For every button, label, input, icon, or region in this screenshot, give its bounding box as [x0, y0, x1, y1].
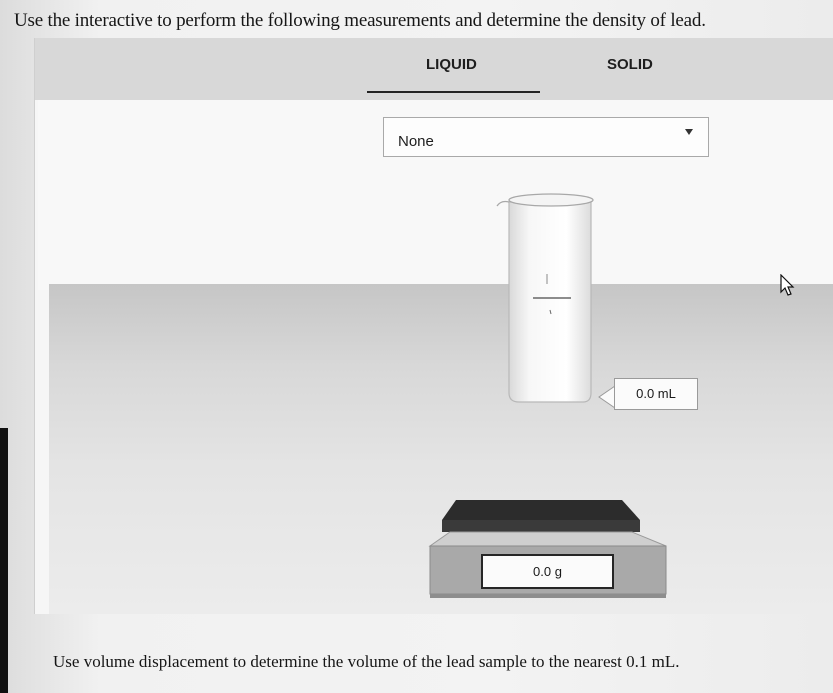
sample-select-dropdown[interactable]: None — [383, 117, 709, 157]
left-edge-bar — [0, 428, 8, 693]
pointer-cursor-icon — [780, 274, 795, 296]
dropdown-selected-value: None — [398, 133, 434, 150]
balance-pan-top — [442, 500, 640, 520]
tab-solid[interactable]: SOLID — [607, 56, 653, 73]
dropdown-arrow-icon — [685, 129, 693, 135]
footer-instruction: Use volume displacement to determine the… — [53, 652, 680, 671]
balance-pan-edge — [442, 520, 640, 532]
mass-readout: 0.0 g — [481, 554, 614, 589]
balance-body-top — [428, 531, 667, 547]
tab-liquid[interactable]: LIQUID — [426, 56, 477, 73]
active-tab-indicator — [367, 91, 540, 93]
volume-readout: 0.0 mL — [614, 378, 698, 410]
balance-base — [430, 594, 666, 598]
graduated-cylinder[interactable] — [493, 188, 599, 406]
instructions-text: Use the interactive to perform the follo… — [14, 10, 706, 31]
tab-bar: LIQUID SOLID — [35, 38, 833, 100]
